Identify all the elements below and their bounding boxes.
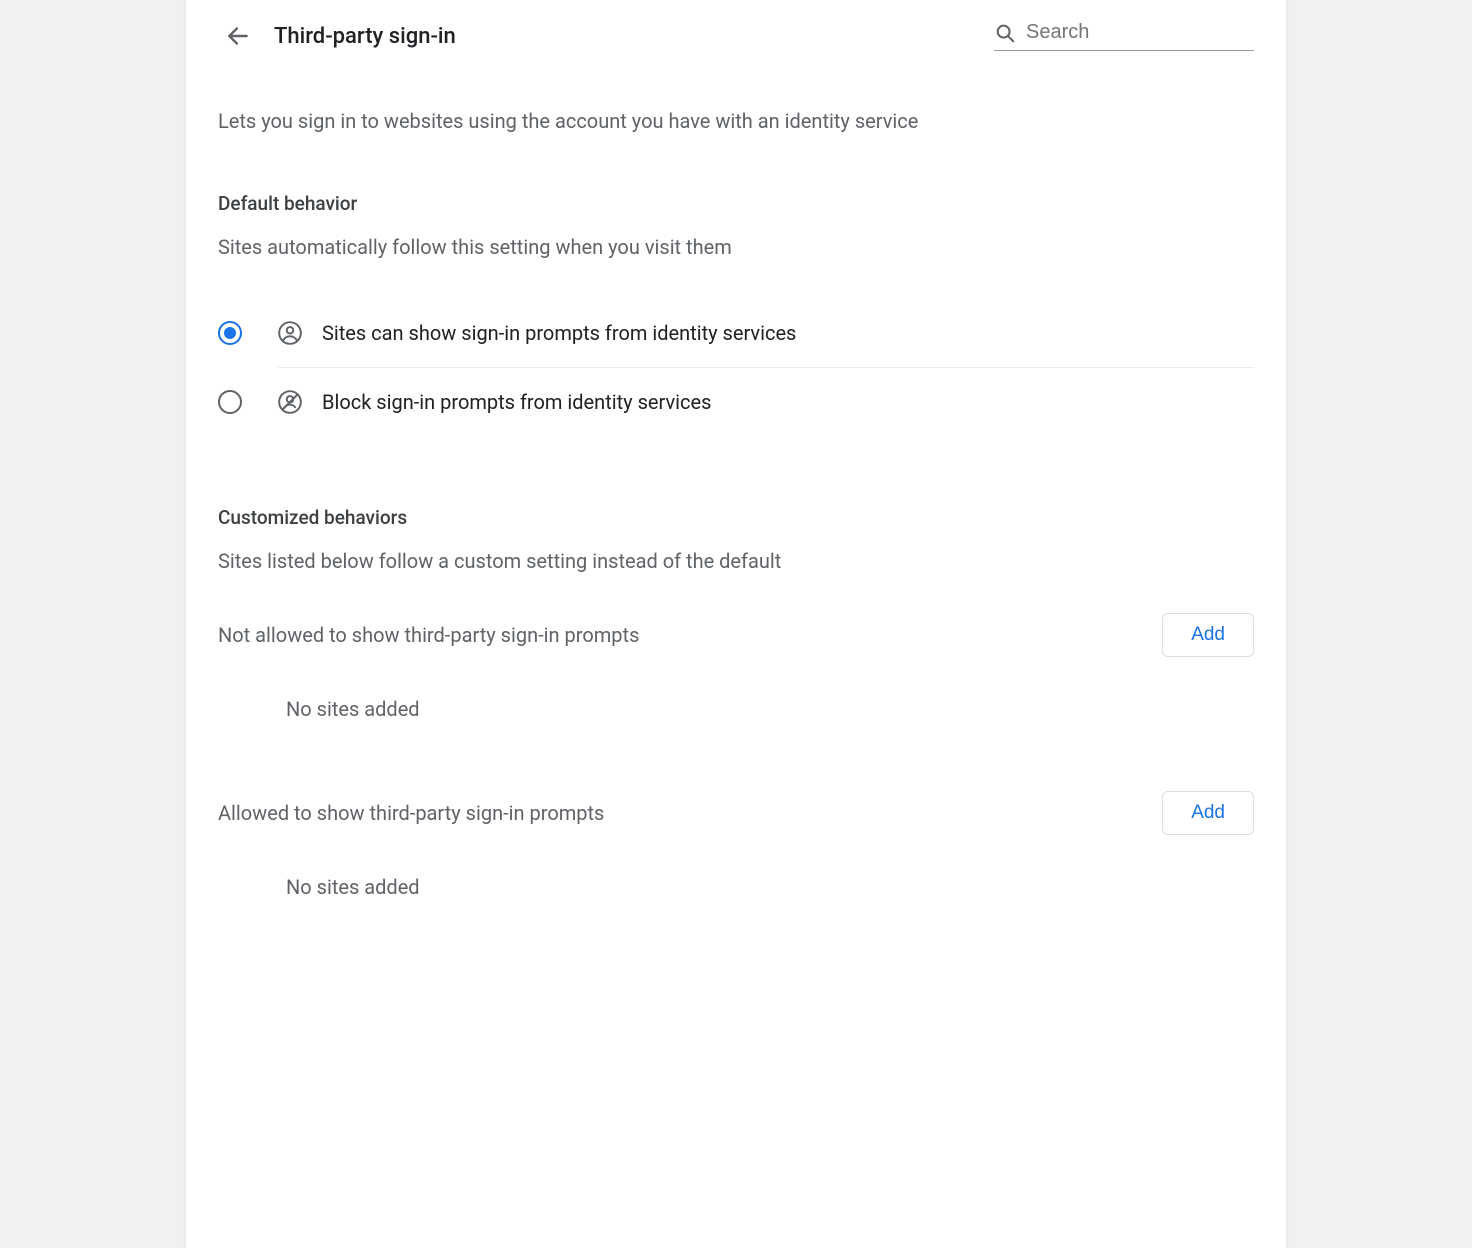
block-icon xyxy=(276,388,304,416)
not-allowed-row: Not allowed to show third-party sign-in … xyxy=(218,613,1254,657)
not-allowed-empty: No sites added xyxy=(218,697,1254,721)
arrow-left-icon xyxy=(225,23,251,49)
search-input[interactable] xyxy=(1026,21,1254,44)
content: Lets you sign in to websites using the a… xyxy=(186,106,1286,899)
allowed-row: Allowed to show third-party sign-in prom… xyxy=(218,791,1254,835)
default-behavior-subtitle: Sites automatically follow this setting … xyxy=(218,235,1254,259)
person-circle-icon xyxy=(276,319,304,347)
add-allowed-button[interactable]: Add xyxy=(1162,791,1254,835)
add-not-allowed-button[interactable]: Add xyxy=(1162,613,1254,657)
page-description: Lets you sign in to websites using the a… xyxy=(218,106,1254,136)
allowed-label: Allowed to show third-party sign-in prom… xyxy=(218,801,604,825)
radio-label: Sites can show sign-in prompts from iden… xyxy=(322,321,796,345)
default-behavior-title: Default behavior xyxy=(218,192,1254,215)
customized-behaviors-subtitle: Sites listed below follow a custom setti… xyxy=(218,549,1254,573)
customized-behaviors-title: Customized behaviors xyxy=(218,506,1254,529)
settings-card: Third-party sign-in Lets you sign in to … xyxy=(186,0,1286,1248)
default-behavior-radio-group: Sites can show sign-in prompts from iden… xyxy=(218,299,1254,436)
header: Third-party sign-in xyxy=(186,0,1286,56)
radio-option-block[interactable]: Block sign-in prompts from identity serv… xyxy=(218,368,1254,436)
page-title: Third-party sign-in xyxy=(274,24,994,49)
search-field[interactable] xyxy=(994,21,1254,51)
radio-label: Block sign-in prompts from identity serv… xyxy=(322,390,711,414)
not-allowed-label: Not allowed to show third-party sign-in … xyxy=(218,623,639,647)
radio-option-allow[interactable]: Sites can show sign-in prompts from iden… xyxy=(218,299,1254,367)
allowed-empty: No sites added xyxy=(218,875,1254,899)
radio-button[interactable] xyxy=(218,321,242,345)
search-icon xyxy=(994,22,1016,44)
back-button[interactable] xyxy=(218,16,258,56)
radio-inner-dot xyxy=(224,327,236,339)
radio-button[interactable] xyxy=(218,390,242,414)
